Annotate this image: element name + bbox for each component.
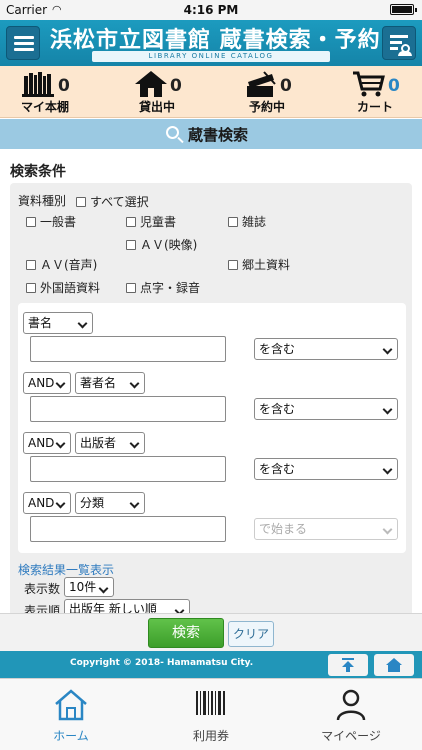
tab-bar: ホーム 利用券 マイページ [0,678,422,750]
footer-home-button[interactable] [374,654,414,676]
operator-select-2[interactable]: AND [23,372,71,394]
quick-nav-cart[interactable]: 0 カート [330,68,420,116]
search-button[interactable]: 検索 [148,618,224,648]
copyright-text: Copyright © 2018- Hamamatsu City. [70,658,254,668]
reserved-label: 予約中 [248,100,285,114]
material-braille-checkbox[interactable]: 点字・録音 [126,279,200,296]
clear-button[interactable]: クリア [228,621,274,647]
user-menu-button[interactable] [382,26,416,60]
tab-card-label: 利用券 [192,729,229,743]
house-icon [135,71,167,97]
tab-card[interactable]: 利用券 [156,685,266,743]
cart-label: カート [356,100,393,114]
field-conditions-panel: 書名 を含む AND 著者名 を含む AND 出版者 を含む AND 分類 で始… [18,303,406,553]
app-header: 浜松市立図書館 蔵書検索・予約 LIBRARY ONLINE CATALOG [0,20,422,66]
result-display-label: 検索結果一覧表示 [18,563,115,577]
quick-nav-lending[interactable]: 0 貸出中 [112,68,202,116]
clock: 4:16 PM [183,3,239,17]
display-count-label: 表示数 [24,582,61,596]
field-select-4[interactable]: 分類 [75,492,145,514]
barcode-icon [196,691,225,715]
quick-nav: 0 マイ本棚 0 貸出中 0 予約中 0 カート [0,66,422,118]
match-select-3[interactable]: を含む [254,458,398,480]
quick-nav-my-shelf[interactable]: 0 マイ本棚 [0,68,90,116]
keyword-input-1[interactable] [30,336,226,362]
cart-icon [353,71,385,97]
material-type-label: 資料種別 [18,194,67,208]
home-small-icon [386,658,402,672]
keyword-input-3[interactable] [30,456,226,482]
tab-mypage-label: マイページ [321,729,381,743]
search-banner: 蔵書検索 [0,119,422,149]
material-local-checkbox[interactable]: 郷土資料 [228,256,290,273]
home-icon [55,689,87,721]
match-select-2[interactable]: を含む [254,398,398,420]
person-icon [336,689,366,721]
conditions-box: 資料種別 すべて選択 一般書 児童書 雑誌 ＡＶ(映像) ＡＶ(音声) 郷土資料… [10,183,412,613]
tab-home[interactable]: ホーム [16,685,126,743]
scroll-top-button[interactable] [328,654,368,676]
field-select-2[interactable]: 著者名 [75,372,145,394]
display-order-select[interactable]: 出版年 新しい順 [64,599,190,613]
search-conditions-title: 検索条件 [10,164,66,180]
library-subtitle: LIBRARY ONLINE CATALOG [92,51,330,62]
field-select-3[interactable]: 出版者 [75,432,145,454]
keyword-input-2[interactable] [30,396,226,422]
search-icon [166,126,179,139]
operator-select-3[interactable]: AND [23,432,71,454]
match-select-4: で始まる [254,518,398,540]
material-magazine-checkbox[interactable]: 雑誌 [228,213,266,230]
select-all-checkbox[interactable]: すべて選択 [76,193,149,210]
my-shelf-count: 0 [58,76,70,96]
menu-button[interactable] [6,26,40,60]
material-children-checkbox[interactable]: 児童書 [126,213,176,230]
search-form: 検索条件 資料種別 すべて選択 一般書 児童書 雑誌 ＡＶ(映像) ＡＶ(音声)… [0,149,422,613]
operator-select-4[interactable]: AND [23,492,71,514]
material-general-checkbox[interactable]: 一般書 [26,213,76,230]
display-order-label: 表示順 [24,604,61,613]
tab-mypage[interactable]: マイページ [296,685,406,743]
field-select-1[interactable]: 書名 [23,312,93,334]
reserve-icon [247,71,276,97]
display-count-select[interactable]: 10件 [64,577,114,597]
action-bar: 検索 クリア [0,613,422,651]
match-select-1[interactable]: を含む [254,338,398,360]
material-av-audio-checkbox[interactable]: ＡＶ(音声) [26,256,97,273]
tab-home-label: ホーム [53,729,89,743]
search-banner-title: 蔵書検索 [188,126,249,144]
battery-icon [390,4,417,15]
my-shelf-label: マイ本棚 [20,100,69,114]
cart-count: 0 [388,76,400,96]
keyword-input-4[interactable] [30,516,226,542]
status-bar: Carrier ◠ 4:16 PM [0,0,422,20]
bookshelf-icon [22,72,54,97]
material-foreign-checkbox[interactable]: 外国語資料 [26,279,100,296]
reserved-count: 0 [280,76,292,96]
material-av-video-checkbox[interactable]: ＡＶ(映像) [126,236,197,253]
lending-label: 貸出中 [138,100,175,114]
lending-count: 0 [170,76,182,96]
site-footer: Copyright © 2018- Hamamatsu City. [0,651,422,678]
arrow-up-icon [342,658,354,672]
library-title: 浜松市立図書館 蔵書検索・予約 [50,27,381,53]
quick-nav-reserved[interactable]: 0 予約中 [222,68,312,116]
